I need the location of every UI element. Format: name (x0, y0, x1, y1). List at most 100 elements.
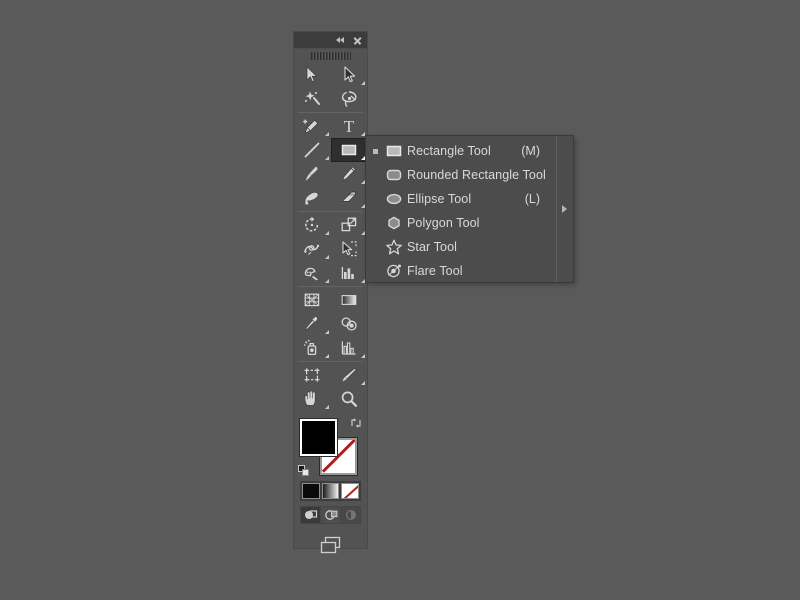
artboard-tool[interactable] (294, 363, 331, 387)
change-screen-mode-button[interactable] (294, 528, 367, 562)
gradient-icon (339, 290, 359, 310)
flyout-indicator-icon (325, 354, 329, 358)
tool-group (294, 363, 367, 411)
tool-group-divider (298, 361, 363, 362)
flyout-item-list: Rectangle Tool(M) Rounded Rectangle Tool E… (366, 136, 556, 282)
blob-brush-tool[interactable] (294, 186, 331, 210)
tools-panel-titlebar[interactable] (294, 32, 367, 49)
close-icon[interactable] (352, 35, 363, 46)
fill-swatch[interactable] (300, 419, 337, 456)
collapse-to-icons-icon[interactable] (336, 35, 347, 46)
eyedropper-tool[interactable] (294, 312, 331, 336)
flyout-item-star[interactable]: Star Tool (366, 235, 556, 259)
gradient-swatch-button[interactable] (322, 483, 340, 499)
free-transform-icon (339, 239, 359, 259)
slice-tool[interactable] (331, 363, 368, 387)
flyout-indicator-icon (325, 405, 329, 409)
warp-icon (302, 239, 322, 259)
flyout-indicator-icon (325, 231, 329, 235)
flyout-item-rectangle[interactable]: Rectangle Tool(M) (366, 139, 556, 163)
magic-wand-tool[interactable] (294, 87, 331, 111)
rounded-rectangle-icon (381, 165, 407, 185)
artboard-icon (302, 365, 322, 385)
width-tool[interactable] (294, 237, 331, 261)
shape-tools-flyout[interactable]: Rectangle Tool(M) Rounded Rectangle Tool E… (366, 136, 573, 282)
selection-tool[interactable] (294, 63, 331, 87)
lasso-tool[interactable] (331, 87, 368, 111)
direct-selection-tool[interactable] (331, 63, 368, 87)
hand-icon (302, 389, 322, 409)
free-transform-tool[interactable] (331, 237, 368, 261)
paintbrush-icon (302, 164, 322, 184)
flyout-tear-off-handle[interactable] (556, 136, 573, 282)
color-swatch-button[interactable] (302, 483, 320, 499)
hand-tool[interactable] (294, 387, 331, 411)
svg-text:T: T (344, 117, 355, 136)
flyout-item-label: Star Tool (407, 240, 457, 254)
flyout-item-label: Rectangle Tool (407, 144, 491, 158)
pen-tool[interactable] (294, 114, 331, 138)
pen-icon (302, 116, 322, 136)
swap-fill-stroke-icon[interactable] (350, 416, 362, 428)
flyout-indicator-icon (361, 381, 365, 385)
scale-tool[interactable] (331, 213, 368, 237)
flyout-selected-marker (370, 149, 381, 154)
flyout-item-label: Rounded Rectangle Tool (407, 168, 546, 182)
tool-group-divider (298, 112, 363, 113)
flare-icon (381, 261, 407, 281)
default-fill-stroke-icon[interactable] (298, 464, 310, 476)
fill-stroke-controls (294, 413, 367, 479)
mesh-tool[interactable] (294, 288, 331, 312)
gradient-tool[interactable] (331, 288, 368, 312)
tool-group: T (294, 114, 367, 210)
flyout-item-rounded-rectangle[interactable]: Rounded Rectangle Tool (366, 163, 556, 187)
tools-panel: T (294, 32, 367, 548)
paintbrush-tool[interactable] (294, 162, 331, 186)
eraser-tool[interactable] (331, 186, 368, 210)
shape-builder-tool[interactable] (294, 261, 331, 285)
type-tool[interactable]: T (331, 114, 368, 138)
shape-builder-icon (302, 263, 322, 283)
tool-group (294, 213, 367, 285)
star-icon (381, 237, 407, 257)
line-icon (302, 140, 322, 160)
bar-graph-tool[interactable] (331, 336, 368, 360)
magic-wand-icon (302, 89, 322, 109)
tool-group (294, 63, 367, 111)
flyout-indicator-icon (325, 156, 329, 160)
blend-tool[interactable] (331, 312, 368, 336)
symbol-sprayer-tool[interactable] (294, 336, 331, 360)
arrow-outline-icon (339, 65, 359, 85)
draw-normal-button[interactable] (301, 507, 320, 523)
type-t-icon: T (339, 116, 359, 136)
flyout-item-shortcut: (L) (525, 192, 540, 206)
column-graph-tool[interactable] (331, 261, 368, 285)
tool-group (294, 288, 367, 360)
pencil-tool[interactable] (331, 162, 368, 186)
rectangle-tool[interactable] (331, 138, 368, 162)
eyedropper-icon (302, 314, 322, 334)
flyout-indicator-icon (361, 279, 365, 283)
flyout-indicator-icon (325, 279, 329, 283)
flyout-indicator-icon (361, 81, 365, 85)
arrow-solid-icon (302, 65, 322, 85)
bar-graph-icon (339, 338, 359, 358)
line-segment-tool[interactable] (294, 138, 331, 162)
flyout-item-flare[interactable]: Flare Tool (366, 259, 556, 283)
blend-icon (339, 314, 359, 334)
rotate-icon (302, 215, 322, 235)
eraser-icon (339, 188, 359, 208)
ellipse-icon (381, 189, 407, 209)
tool-group-divider (298, 286, 363, 287)
flyout-item-polygon[interactable]: Polygon Tool (366, 211, 556, 235)
rotate-tool[interactable] (294, 213, 331, 237)
tool-group-divider (298, 211, 363, 212)
flyout-item-ellipse[interactable]: Ellipse Tool(L) (366, 187, 556, 211)
tool-groups: T (294, 63, 367, 411)
magnifier-icon (339, 389, 359, 409)
draw-behind-button[interactable] (321, 507, 340, 523)
scale-icon (339, 215, 359, 235)
panel-drag-handle[interactable] (294, 49, 367, 63)
none-swatch-button[interactable] (341, 483, 359, 499)
zoom-tool[interactable] (331, 387, 368, 411)
